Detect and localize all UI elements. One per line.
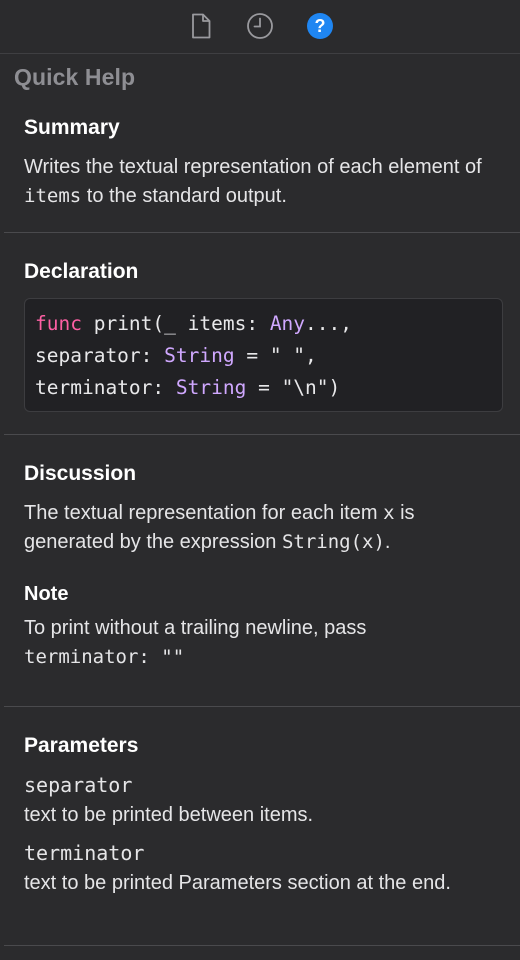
code-keyword: func [35,312,82,335]
inspector-toolbar: ? [0,0,520,54]
svg-text:?: ? [315,16,326,36]
code-type: String [164,344,235,367]
code-text: terminator: [35,376,176,399]
summary-code-items: items [24,185,82,207]
section-divider [4,434,520,435]
code-text: ..., [305,312,353,335]
code-line: func print(_ items: Any..., [35,308,492,340]
parameter-name: terminator [24,841,145,865]
code-type: String [175,376,247,399]
parameter-description: text to be printed Parameters section at… [24,872,451,894]
discussion-code-x: x [383,502,395,524]
summary-text-part: to the standard output. [81,185,287,207]
summary-text-part: Writes the textual representation of eac… [24,156,482,178]
discussion-text: The textual representation for each item… [24,499,504,557]
panel-title: Quick Help [14,64,136,90]
code-text: print(_ items: [81,312,270,335]
discussion-heading: Discussion [24,462,137,485]
code-text: = "\n") [246,376,341,399]
parameter-description: text to be printed between items. [24,804,314,826]
note-text-part: To print without a trailing newline, pas… [24,617,367,639]
code-line: terminator: String = "\n") [35,372,492,404]
declaration-code-block: func print(_ items: Any..., separator: S… [24,298,503,412]
summary-text: Writes the textual representation of eac… [24,153,504,211]
code-line: separator: String = " ", [35,340,492,372]
section-divider [4,232,520,233]
discussion-code-string-x: String(x) [281,531,385,553]
declaration-heading: Declaration [24,260,139,283]
discussion-text-part: . [384,531,391,553]
note-heading: Note [24,583,69,605]
quick-help-icon[interactable]: ? [305,11,335,41]
summary-heading: Summary [24,116,120,139]
section-divider [4,945,520,946]
code-text: = " ", [234,344,317,367]
parameters-heading: Parameters [24,734,139,757]
note-code: terminator: "" [24,646,185,668]
code-text: separator: [35,344,165,367]
parameter-name: separator [24,773,133,797]
note-text: To print without a trailing newline, pas… [24,614,504,672]
discussion-text-part: The textual representation for each item [24,502,384,524]
file-icon[interactable] [186,11,216,41]
code-type: Any [269,312,306,335]
section-divider [4,706,520,707]
history-clock-icon[interactable] [245,11,275,41]
